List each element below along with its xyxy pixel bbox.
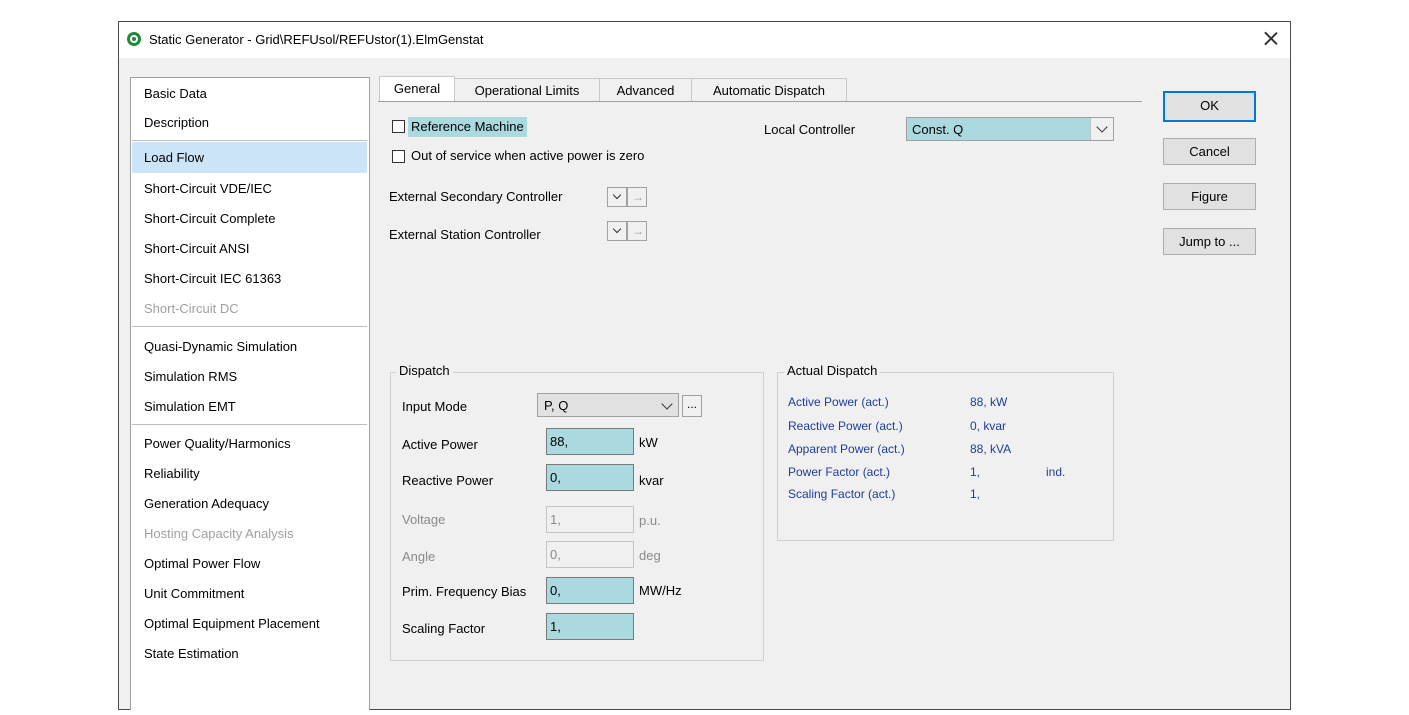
ext-station-jump-button[interactable]: →	[627, 221, 647, 241]
act-apparent-power-value: 88, kVA	[970, 442, 1012, 456]
close-icon[interactable]	[1257, 26, 1285, 52]
sidebar-item-basic-data[interactable]: Basic Data	[132, 81, 367, 107]
app-logo-icon	[127, 32, 141, 46]
window-title: Static Generator - Grid\REFUsol/REFUstor…	[149, 32, 484, 47]
active-power-input[interactable]: 88,	[546, 428, 634, 455]
act-power-factor-label: Power Factor (act.)	[788, 465, 891, 479]
figure-button[interactable]: Figure	[1163, 183, 1256, 210]
act-scaling-factor-value: 1,	[970, 487, 981, 501]
sidebar-item-unit-commitment[interactable]: Unit Commitment	[132, 581, 367, 607]
actual-dispatch-title: Actual Dispatch	[784, 363, 881, 378]
ok-button[interactable]: OK	[1163, 91, 1256, 122]
scaling-factor-input[interactable]: 1,	[546, 613, 634, 640]
sidebar-item-description[interactable]: Description	[132, 110, 367, 136]
sidebar-divider	[132, 424, 367, 425]
chevron-down-icon	[612, 190, 622, 200]
chevron-down-icon	[661, 398, 673, 410]
input-mode-more-button[interactable]: ...	[682, 395, 702, 417]
out-of-service-label: Out of service when active power is zero	[411, 148, 645, 163]
tab-operational-limits[interactable]: Operational Limits	[454, 78, 600, 102]
cancel-button[interactable]: Cancel	[1163, 138, 1256, 165]
act-power-factor-type: ind.	[1046, 465, 1066, 479]
sidebar-item-simulation-rms[interactable]: Simulation RMS	[132, 364, 367, 390]
reactive-power-label: Reactive Power	[402, 473, 494, 488]
tab-general[interactable]: General	[379, 76, 455, 102]
angle-label: Angle	[402, 549, 436, 564]
sidebar-divider	[132, 326, 367, 327]
ext-station-controller-label: External Station Controller	[389, 227, 541, 242]
input-mode-label: Input Mode	[402, 399, 468, 414]
sidebar-divider	[132, 140, 367, 141]
sidebar-item-state-estimation[interactable]: State Estimation	[132, 641, 367, 667]
sidebar-item-load-flow[interactable]: Load Flow	[132, 142, 367, 173]
act-reactive-power-value: 0, kvar	[970, 419, 1007, 433]
act-apparent-power-label: Apparent Power (act.)	[788, 442, 905, 456]
arrow-right-icon: →	[632, 224, 644, 238]
local-controller-value: Const. Q	[912, 122, 964, 137]
sidebar-item-optimal-power-flow[interactable]: Optimal Power Flow	[132, 551, 367, 577]
tab-advanced[interactable]: Advanced	[599, 78, 692, 102]
title-bar: Static Generator - Grid\REFUsol/REFUstor…	[119, 22, 1290, 58]
sidebar-item-reliability[interactable]: Reliability	[132, 461, 367, 487]
act-active-power-label: Active Power (act.)	[788, 395, 889, 409]
local-controller-select[interactable]: Const. Q	[906, 117, 1114, 141]
angle-unit: deg	[639, 548, 661, 563]
sidebar-item-short-circuit-complete[interactable]: Short-Circuit Complete	[132, 206, 367, 232]
dispatch-group-title: Dispatch	[396, 363, 453, 378]
sidebar-item-short-circuit-ansi[interactable]: Short-Circuit ANSI	[132, 236, 367, 262]
angle-input: 0,	[546, 541, 634, 568]
voltage-input: 1,	[546, 506, 634, 533]
out-of-service-checkbox[interactable]	[392, 150, 405, 163]
sidebar-item-optimal-equipment-placement[interactable]: Optimal Equipment Placement	[132, 611, 367, 637]
page-sidebar: Basic Data Description Load Flow Short-C…	[130, 77, 370, 710]
reference-machine-label: Reference Machine	[408, 117, 527, 137]
act-power-factor-value: 1,	[970, 465, 981, 479]
act-scaling-factor-label: Scaling Factor (act.)	[788, 487, 896, 501]
ext-secondary-select-button[interactable]	[607, 187, 627, 207]
chevron-down-icon	[1096, 121, 1108, 133]
input-mode-value: P, Q	[544, 398, 569, 413]
act-active-power-value: 88, kW	[970, 395, 1008, 409]
active-power-label: Active Power	[402, 437, 478, 452]
arrow-right-icon: →	[632, 190, 644, 204]
local-controller-dropdown[interactable]	[1090, 118, 1113, 140]
sidebar-item-short-circuit-dc: Short-Circuit DC	[144, 301, 239, 316]
sidebar-item-simulation-emt[interactable]: Simulation EMT	[132, 394, 367, 420]
jump-to-button[interactable]: Jump to ...	[1163, 228, 1256, 255]
tab-underline	[378, 101, 1142, 102]
prim-frequency-bias-label: Prim. Frequency Bias	[402, 584, 527, 599]
input-mode-select[interactable]: P, Q	[537, 393, 679, 417]
sidebar-item-hosting-capacity-analysis: Hosting Capacity Analysis	[144, 526, 294, 541]
act-reactive-power-label: Reactive Power (act.)	[788, 419, 903, 433]
voltage-unit: p.u.	[639, 513, 661, 528]
reactive-power-input[interactable]: 0,	[546, 464, 634, 491]
prim-frequency-bias-input[interactable]: 0,	[546, 577, 634, 604]
active-power-unit: kW	[639, 435, 658, 450]
ext-secondary-controller-label: External Secondary Controller	[389, 189, 563, 204]
sidebar-item-power-quality-harmonics[interactable]: Power Quality/Harmonics	[132, 431, 367, 457]
sidebar-item-generation-adequacy[interactable]: Generation Adequacy	[132, 491, 367, 517]
ext-station-select-button[interactable]	[607, 221, 627, 241]
reference-machine-checkbox[interactable]	[392, 120, 405, 133]
sidebar-item-short-circuit-vde-iec[interactable]: Short-Circuit VDE/IEC	[132, 176, 367, 202]
ext-secondary-jump-button[interactable]: →	[627, 187, 647, 207]
dialog-window: Static Generator - Grid\REFUsol/REFUstor…	[118, 21, 1291, 710]
chevron-down-icon	[612, 224, 622, 234]
local-controller-label: Local Controller	[764, 122, 856, 137]
voltage-label: Voltage	[402, 512, 446, 527]
tab-automatic-dispatch[interactable]: Automatic Dispatch	[691, 78, 847, 102]
sidebar-item-short-circuit-iec-61363[interactable]: Short-Circuit IEC 61363	[132, 266, 367, 292]
sidebar-item-quasi-dynamic-simulation[interactable]: Quasi-Dynamic Simulation	[132, 334, 367, 360]
reactive-power-unit: kvar	[639, 473, 664, 488]
scaling-factor-label: Scaling Factor	[402, 621, 486, 636]
prim-frequency-bias-unit: MW/Hz	[639, 583, 682, 598]
